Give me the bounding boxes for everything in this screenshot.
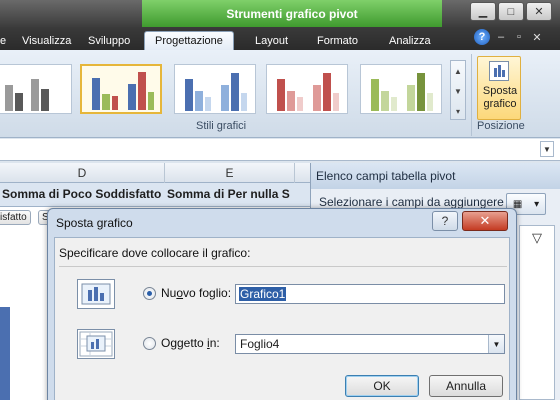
object-in-value: Foglio4: [240, 337, 280, 351]
ok-button[interactable]: OK: [345, 375, 419, 397]
new-sheet-label[interactable]: Nuovo foglio:: [161, 286, 231, 300]
maximize-button[interactable]: □: [498, 2, 524, 21]
ribbon-minimize-icon[interactable]: –: [494, 29, 508, 45]
ribbon-close-icon[interactable]: ✕: [530, 29, 544, 45]
dialog-instruction: Specificare dove collocare il grafico:: [59, 246, 251, 260]
dialog-body: Specificare dove collocare il grafico: N…: [54, 237, 510, 400]
table-header-row: Somma di Poco Soddisfatto Somma di Per n…: [0, 183, 310, 207]
gallery-up-icon[interactable]: ▲: [451, 61, 465, 81]
column-header-f[interactable]: [295, 163, 310, 183]
group-label-chart-styles: Stili grafici: [196, 120, 247, 132]
close-window-button[interactable]: ✕: [526, 2, 552, 21]
expand-formula-bar-icon[interactable]: ▼: [540, 141, 554, 157]
ribbon-group-separator: [471, 54, 472, 136]
dialog-title-bar: Sposta grafico ? ✕: [48, 209, 516, 237]
dialog-title: Sposta grafico: [56, 216, 133, 230]
object-in-label-post: n:: [209, 336, 220, 350]
chart-style-blue-preview: [185, 73, 247, 111]
column-headers: D E: [0, 163, 310, 183]
new-sheet-icon: [77, 279, 115, 309]
object-in-icon-graphic: [79, 331, 113, 357]
move-chart-dialog: Sposta grafico ? ✕ Specificare dove coll…: [47, 208, 517, 400]
contextual-tools-title: Strumenti grafico pivot: [142, 0, 442, 27]
field-list-layout-icon: ▦: [512, 198, 523, 210]
new-sheet-label-pre: Nu: [161, 286, 177, 300]
pivot-pane-title: Elenco campi tabella pivot: [311, 163, 560, 189]
gallery-more-icon[interactable]: ▾: [451, 101, 465, 121]
move-chart-label-line2: grafico: [483, 98, 517, 110]
chart-style-red[interactable]: [266, 64, 348, 114]
pivot-pane-caption: Selezionare i campi da aggiungere al: [319, 195, 517, 209]
minimize-button[interactable]: ▁: [470, 2, 496, 21]
chart-bar: [0, 307, 10, 400]
tab-progettazione[interactable]: Progettazione: [144, 31, 234, 50]
tab-sviluppo[interactable]: Sviluppo: [88, 31, 130, 50]
move-chart-icon-graphic: [494, 65, 505, 77]
chart-style-blue[interactable]: [174, 64, 256, 114]
chart-style-colorful-selected[interactable]: [80, 64, 162, 114]
cell-d-header[interactable]: Somma di Poco Soddisfatto: [2, 187, 161, 201]
group-label-position: Posizione: [477, 120, 525, 132]
column-header-e[interactable]: E: [165, 163, 295, 183]
object-in-select[interactable]: Foglio4 ▼: [235, 334, 505, 354]
move-chart-button[interactable]: Sposta grafico: [477, 56, 521, 120]
chevron-down-icon[interactable]: ▼: [488, 335, 504, 353]
chart-style-gray[interactable]: [0, 64, 72, 114]
object-in-label-pre: Oggetto: [161, 336, 208, 350]
new-sheet-icon-graphic: [81, 283, 111, 305]
radio-object-in[interactable]: [143, 337, 156, 350]
window-controls: ▁ □ ✕: [470, 2, 552, 21]
move-chart-label-line1: Sposta: [482, 85, 518, 97]
dialog-help-button[interactable]: ?: [432, 211, 458, 231]
ribbon-restore-icon[interactable]: ▫: [512, 29, 526, 45]
location-options: Nuovo foglio: Grafico1 Oggetto in: Fogli…: [59, 266, 507, 366]
help-icon[interactable]: ?: [474, 29, 490, 45]
chart-style-gray-preview: [5, 79, 49, 111]
chart-style-colorful-preview: [92, 72, 154, 110]
chevron-down-icon: ▾: [534, 198, 540, 210]
title-bar: Strumenti grafico pivot ▁ □ ✕: [0, 0, 560, 27]
new-sheet-label-post: vo foglio:: [183, 286, 232, 300]
move-chart-icon: [489, 61, 509, 81]
field-chip-1[interactable]: isfatto: [0, 210, 31, 225]
radio-new-sheet[interactable]: [143, 287, 156, 300]
formula-bar[interactable]: ▼: [0, 139, 560, 161]
pivot-chart-area[interactable]: [0, 227, 50, 400]
filter-icon[interactable]: ▽: [532, 230, 542, 246]
tab-formato[interactable]: Formato: [317, 31, 358, 50]
tab-analizza[interactable]: Analizza: [389, 31, 431, 50]
new-sheet-name-value: Grafico1: [239, 287, 287, 301]
gallery-down-icon[interactable]: ▼: [451, 81, 465, 101]
chart-style-green[interactable]: [360, 64, 442, 114]
object-in-label[interactable]: Oggetto in:: [161, 336, 220, 350]
ribbon: ▲ ▼ ▾ Stili grafici Sposta grafico Posiz…: [0, 50, 560, 138]
cancel-button[interactable]: Annulla: [429, 375, 503, 397]
column-header-d[interactable]: D: [0, 163, 165, 183]
tab-visualizza[interactable]: Visualizza: [22, 31, 71, 50]
gallery-scroll: ▲ ▼ ▾: [450, 60, 466, 120]
pivot-field-list[interactable]: ▽: [519, 225, 555, 400]
dialog-close-button[interactable]: ✕: [462, 211, 508, 231]
chart-style-green-preview: [371, 73, 433, 111]
new-sheet-name-input[interactable]: Grafico1: [235, 284, 505, 304]
chart-style-red-preview: [277, 73, 339, 111]
move-chart-label: Sposta grafico: [478, 85, 522, 111]
cell-e-header[interactable]: Somma di Per nulla S: [167, 187, 290, 201]
object-in-icon: [77, 329, 115, 359]
tab-layout[interactable]: Layout: [255, 31, 288, 50]
tab-partial[interactable]: e: [0, 31, 6, 50]
